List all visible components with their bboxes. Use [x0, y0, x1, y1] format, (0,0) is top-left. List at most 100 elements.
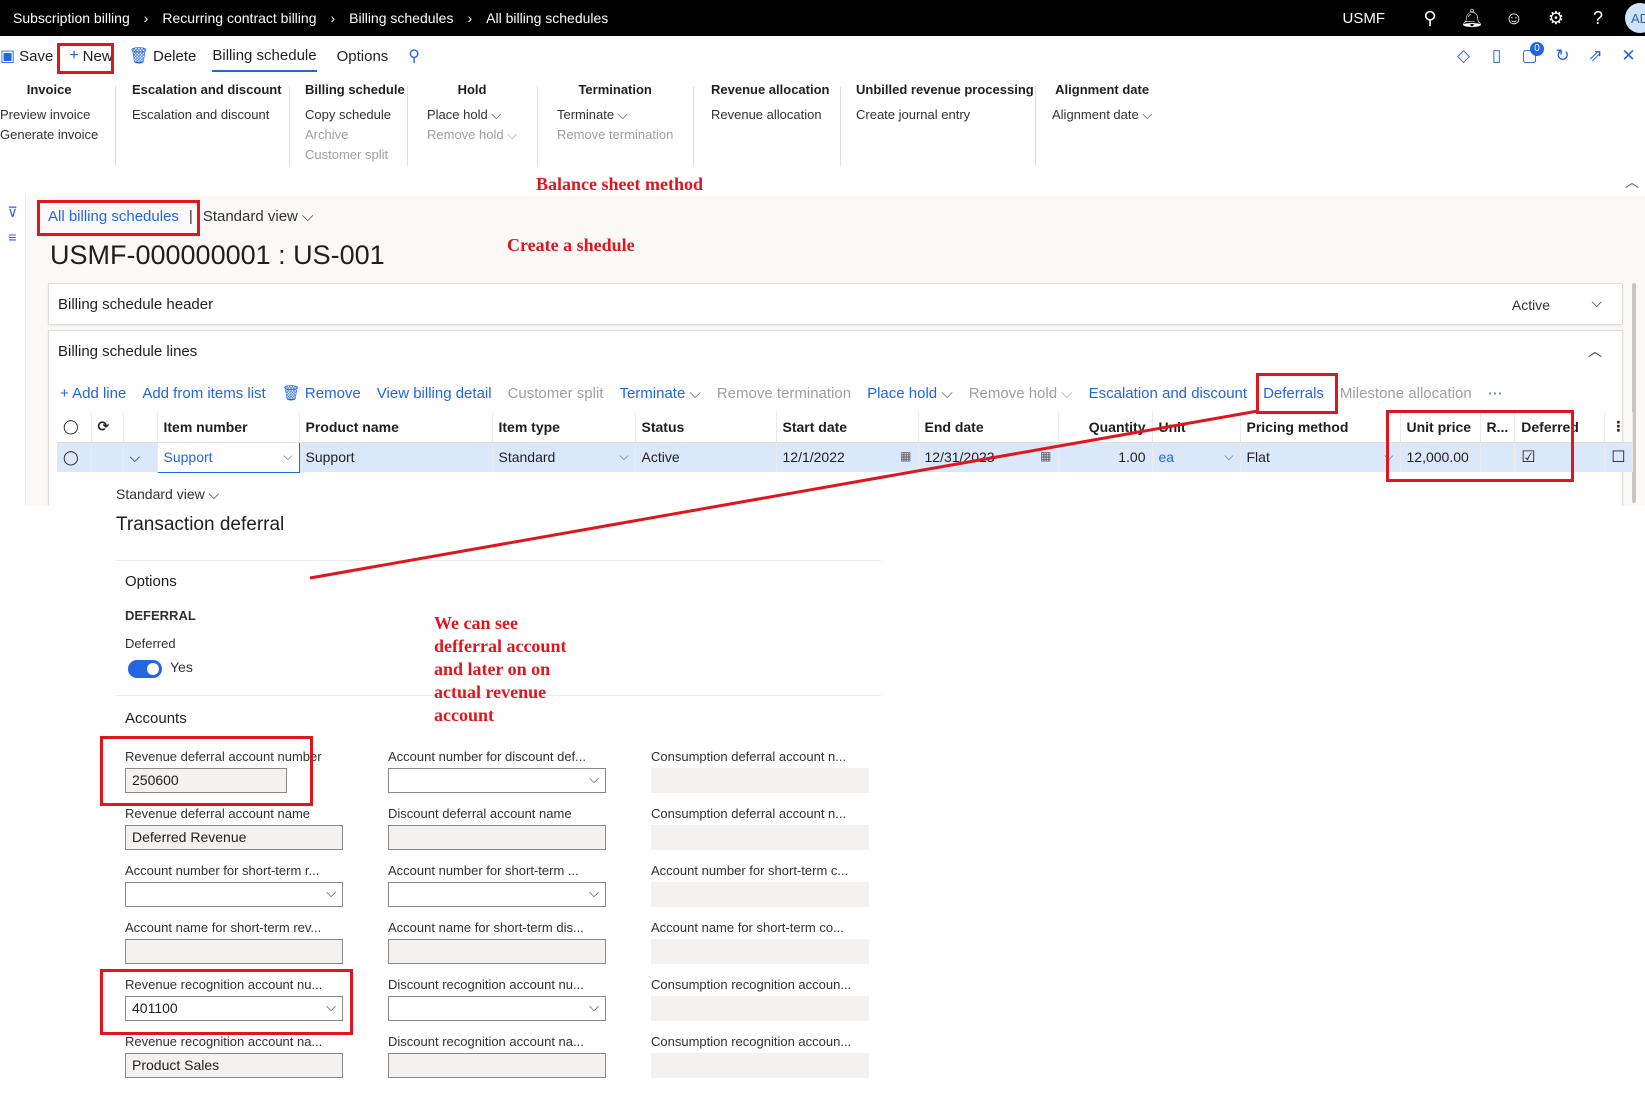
- bell-icon[interactable]: 🔔︎: [1451, 0, 1493, 36]
- add-from-items-button[interactable]: Add from items list: [142, 385, 265, 402]
- expand-row-chevron-icon[interactable]: ⌵: [123, 442, 158, 472]
- consumption-deferral-name-field: [651, 825, 869, 850]
- calendar-icon[interactable]: ▦: [1040, 449, 1051, 463]
- item-number-cell[interactable]: Support ⌵: [156, 441, 300, 473]
- collapse-ribbon-icon[interactable]: ︿: [1625, 172, 1639, 192]
- more-options-icon[interactable]: ⋯: [1488, 384, 1503, 402]
- copy-schedule-button[interactable]: Copy schedule: [305, 105, 405, 125]
- end-date-cell[interactable]: 12/31/2023 ▦: [918, 442, 1059, 472]
- create-journal-entry-button[interactable]: Create journal entry: [856, 105, 1034, 125]
- smiley-icon[interactable]: ☺: [1493, 0, 1535, 36]
- trash-icon: 🗑︎: [128, 48, 149, 65]
- tab-options[interactable]: Options: [337, 42, 389, 71]
- discount-recognition-number-field[interactable]: ⌵: [388, 996, 606, 1021]
- office-icon[interactable]: ▯: [1480, 46, 1513, 66]
- list-icon[interactable]: ≡: [0, 229, 25, 245]
- column-header[interactable]: Item type: [492, 412, 636, 443]
- column-options-icon[interactable]: ⋮: [1604, 412, 1634, 443]
- column-header[interactable]: Status: [635, 412, 777, 443]
- breadcrumb-item[interactable]: Billing schedules: [349, 10, 453, 26]
- breadcrumb-item[interactable]: Subscription billing: [13, 10, 130, 26]
- milestone-allocation-button[interactable]: Milestone allocation: [1340, 385, 1472, 402]
- remove-hold-button[interactable]: Remove hold ⌵: [969, 385, 1073, 402]
- short-term-discount-number-field[interactable]: ⌵: [388, 882, 606, 907]
- escalation-discount-button[interactable]: Escalation and discount: [132, 105, 282, 125]
- alignment-date-button[interactable]: Alignment date ⌵: [1052, 105, 1152, 125]
- column-header[interactable]: Start date: [776, 412, 919, 443]
- add-line-button[interactable]: + Add line: [60, 385, 126, 402]
- terminate-button[interactable]: Terminate ⌵: [619, 385, 700, 402]
- consumption-deferral-name-label: Consumption deferral account n...: [651, 806, 847, 821]
- select-all-radio[interactable]: ◯: [57, 412, 92, 443]
- item-type-cell[interactable]: Standard ⌵: [492, 442, 636, 472]
- column-header[interactable]: Pricing method: [1240, 412, 1401, 443]
- search-icon[interactable]: ⚲: [408, 46, 424, 66]
- deferred-toggle[interactable]: [128, 660, 162, 678]
- column-header[interactable]: Unit: [1152, 412, 1241, 443]
- place-hold-button[interactable]: Place hold ⌵: [427, 105, 517, 125]
- remove-termination-button[interactable]: Remove termination: [717, 385, 851, 402]
- archive-button[interactable]: Archive: [305, 125, 405, 145]
- chevron-down-icon: ⌵: [326, 885, 336, 900]
- product-name-cell[interactable]: Support: [299, 442, 493, 472]
- calendar-icon[interactable]: ▦: [900, 449, 911, 463]
- remove-button[interactable]: 🗑︎ Remove: [282, 384, 361, 402]
- column-header[interactable]: Item number: [157, 412, 300, 443]
- row-checkbox[interactable]: ☐: [1604, 442, 1634, 472]
- quantity-cell[interactable]: 1.00: [1058, 442, 1153, 472]
- open-new-window-icon[interactable]: ⇗: [1579, 46, 1612, 66]
- customer-split-button[interactable]: Customer split: [305, 145, 405, 165]
- save-button[interactable]: ▣ Save: [0, 46, 53, 66]
- short-term-revenue-number-field[interactable]: ⌵: [125, 882, 343, 907]
- short-term-discount-name-label: Account name for short-term dis...: [388, 920, 584, 935]
- chevron-down-icon[interactable]: ⌵: [1591, 294, 1602, 311]
- view-billing-detail-button[interactable]: View billing detail: [377, 385, 492, 402]
- refresh-icon[interactable]: ↻: [1546, 46, 1579, 66]
- row-select-radio[interactable]: ◯: [57, 442, 92, 472]
- pricing-method-cell[interactable]: Flat ⌵: [1240, 442, 1401, 472]
- column-header[interactable]: End date: [918, 412, 1059, 443]
- diamond-icon[interactable]: ◇: [1447, 46, 1480, 66]
- status-cell[interactable]: Active: [635, 442, 777, 472]
- remove-hold-button[interactable]: Remove hold ⌵: [427, 125, 517, 145]
- customer-split-button[interactable]: Customer split: [508, 385, 604, 402]
- company-picker[interactable]: USMF: [1343, 10, 1386, 27]
- escalation-discount-button[interactable]: Escalation and discount: [1089, 385, 1247, 402]
- delete-button[interactable]: 🗑︎ Delete: [129, 46, 197, 66]
- billing-schedule-header-panel[interactable]: Billing schedule header Active ⌵: [48, 283, 1623, 325]
- detail-standard-view-selector[interactable]: Standard view ⌵: [116, 486, 219, 503]
- search-icon[interactable]: ⚲: [1409, 0, 1451, 36]
- start-date-cell[interactable]: 12/1/2022 ▦: [776, 442, 919, 472]
- attachment-badge[interactable]: ▢ 0: [1513, 42, 1546, 66]
- standard-view-label: Standard view: [116, 486, 205, 502]
- standard-view-selector[interactable]: Standard view ⌵: [203, 208, 314, 225]
- gear-icon[interactable]: ⚙: [1535, 0, 1577, 36]
- avatar[interactable]: AD: [1625, 3, 1645, 33]
- revenue-allocation-button[interactable]: Revenue allocation: [711, 105, 829, 125]
- terminate-button[interactable]: Terminate ⌵: [557, 105, 673, 125]
- annotation-line: We can see: [434, 613, 518, 633]
- filter-icon[interactable]: ⊽: [0, 204, 25, 221]
- preview-invoice-button[interactable]: Preview invoice: [0, 105, 98, 125]
- unit-value: ea: [1158, 449, 1175, 466]
- column-header[interactable]: Product name: [299, 412, 493, 443]
- action-right-tools: ◇ ▯ ▢ 0 ↻ ⇗ ✕: [1447, 36, 1645, 76]
- close-icon[interactable]: ✕: [1612, 46, 1645, 66]
- generate-invoice-button[interactable]: Generate invoice: [0, 125, 98, 145]
- end-date-value: 12/31/2023: [924, 449, 995, 466]
- options-header: Options: [125, 573, 177, 590]
- breadcrumb-item[interactable]: Recurring contract billing: [162, 10, 316, 26]
- column-header[interactable]: Quantity: [1058, 412, 1153, 443]
- remove-termination-button[interactable]: Remove termination: [557, 125, 673, 145]
- revenue-deferral-account-name-label: Revenue deferral account name: [125, 806, 311, 821]
- help-icon[interactable]: ?: [1577, 0, 1619, 36]
- breadcrumb-item[interactable]: All billing schedules: [486, 10, 608, 26]
- discount-recognition-number-label: Discount recognition account nu...: [388, 977, 584, 992]
- chevron-up-icon[interactable]: ︿: [1588, 341, 1602, 361]
- refresh-icon[interactable]: ⟳: [91, 412, 124, 443]
- highlight-revenue-recognition-account: [100, 969, 353, 1035]
- unit-cell[interactable]: ea ⌵: [1152, 442, 1241, 472]
- discount-deferral-number-field[interactable]: ⌵: [388, 768, 606, 793]
- place-hold-button[interactable]: Place hold ⌵: [867, 385, 953, 402]
- tab-billing-schedule[interactable]: Billing schedule: [212, 41, 317, 72]
